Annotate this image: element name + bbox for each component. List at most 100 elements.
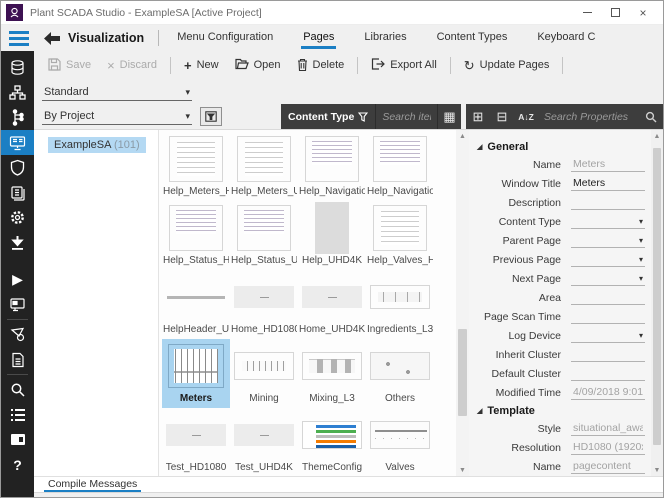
pages-stack-icon[interactable] bbox=[1, 180, 34, 205]
page-item[interactable]: Valves bbox=[366, 408, 434, 476]
find-search-icon[interactable] bbox=[1, 377, 34, 402]
visualization-icon[interactable] bbox=[1, 130, 34, 155]
scroll-down-icon[interactable]: ▼ bbox=[654, 464, 661, 476]
page-item[interactable]: Ingredients_L3 bbox=[366, 270, 434, 339]
page-item[interactable]: Help_Navigatio... bbox=[366, 132, 434, 201]
restore-button[interactable] bbox=[605, 4, 625, 22]
page-item[interactable] bbox=[434, 408, 456, 476]
scroll-up-icon[interactable]: ▲ bbox=[654, 130, 661, 142]
search-properties-input[interactable] bbox=[544, 111, 633, 123]
events-list-icon[interactable] bbox=[1, 402, 34, 427]
tab-pages[interactable]: Pages bbox=[301, 27, 336, 49]
property-field[interactable] bbox=[571, 195, 645, 210]
chevron-down-icon[interactable]: ▾ bbox=[639, 255, 643, 264]
export-all-button[interactable]: Export All bbox=[363, 54, 444, 76]
scrollbar-thumb[interactable] bbox=[653, 148, 661, 444]
page-item[interactable]: HelpHeader_U... bbox=[162, 270, 230, 339]
chevron-down-icon[interactable]: ▾ bbox=[639, 274, 643, 283]
property-label: Area bbox=[469, 292, 561, 304]
page-item[interactable]: Test_HD1080 bbox=[162, 408, 230, 476]
tab-menu-configuration[interactable]: Menu Configuration bbox=[175, 27, 275, 49]
topology-database-icon[interactable] bbox=[1, 55, 34, 80]
property-field[interactable] bbox=[571, 290, 645, 305]
analyst-icon[interactable] bbox=[1, 322, 34, 347]
page-item[interactable]: Mixing_L3 bbox=[298, 339, 366, 408]
property-field[interactable]: Meters bbox=[571, 176, 645, 191]
new-button[interactable]: + New bbox=[176, 55, 227, 76]
property-field[interactable]: ▾ bbox=[571, 328, 645, 343]
page-item[interactable]: ThemeConfig bbox=[298, 408, 366, 476]
page-item[interactable]: Home_HD1080 bbox=[230, 270, 298, 339]
close-button[interactable]: × bbox=[633, 4, 653, 22]
page-item[interactable]: Test_UHD4K bbox=[230, 408, 298, 476]
property-field[interactable]: ▾ bbox=[571, 252, 645, 267]
deployment-download-icon[interactable] bbox=[1, 230, 34, 255]
page-item[interactable]: M bbox=[434, 270, 456, 339]
open-button[interactable]: Open bbox=[227, 54, 289, 76]
style-dropdown[interactable]: Standard ▾ bbox=[42, 84, 192, 101]
system-model-icon[interactable] bbox=[1, 80, 34, 105]
update-pages-button[interactable]: ↻ Update Pages bbox=[456, 55, 558, 76]
thumbnail-view-icon[interactable]: ▦ bbox=[437, 104, 461, 129]
menu-hamburger-icon[interactable] bbox=[1, 31, 34, 46]
monitor-window-icon[interactable] bbox=[1, 427, 34, 452]
setup-gear-icon[interactable] bbox=[1, 205, 34, 230]
property-field[interactable]: ▾ bbox=[571, 214, 645, 229]
back-arrow-icon[interactable] bbox=[44, 32, 60, 45]
layout-split-icon[interactable]: ⊟ bbox=[490, 104, 514, 129]
help-icon[interactable]: ? bbox=[1, 452, 34, 477]
discard-button[interactable]: × Discard bbox=[99, 55, 165, 76]
search-items-input[interactable] bbox=[382, 111, 431, 123]
page-item[interactable]: Help_Meters_U... bbox=[230, 132, 298, 201]
tab-content-types[interactable]: Content Types bbox=[435, 27, 510, 49]
page-item[interactable]: H bbox=[434, 201, 456, 270]
section-header[interactable]: ◢Template bbox=[469, 402, 651, 419]
section-header[interactable]: ◢General bbox=[469, 138, 651, 155]
chevron-down-icon[interactable]: ▾ bbox=[639, 236, 643, 245]
tab-libraries[interactable]: Libraries bbox=[362, 27, 408, 49]
page-thumbnail bbox=[168, 344, 224, 388]
run-play-icon[interactable]: ▶ bbox=[1, 267, 34, 292]
page-item[interactable]: Help_Status_H... bbox=[162, 201, 230, 270]
page-label: Help_Status_U... bbox=[231, 255, 297, 270]
tree-filter-button[interactable] bbox=[200, 107, 222, 126]
save-button[interactable]: Save bbox=[40, 54, 99, 77]
runtime-manager-icon[interactable] bbox=[1, 292, 34, 317]
page-item[interactable]: H bbox=[434, 132, 456, 201]
divider bbox=[562, 57, 563, 74]
property-field[interactable] bbox=[571, 309, 645, 324]
scroll-up-icon[interactable]: ▲ bbox=[459, 130, 466, 142]
scrollbar-thumb[interactable] bbox=[458, 329, 467, 416]
property-field[interactable]: ▾ bbox=[571, 271, 645, 286]
page-item[interactable]: Home_UHD4K bbox=[298, 270, 366, 339]
chevron-down-icon[interactable]: ▾ bbox=[639, 217, 643, 226]
minimize-button[interactable] bbox=[577, 4, 597, 22]
security-shield-icon[interactable] bbox=[1, 155, 34, 180]
page-item[interactable]: Meters bbox=[162, 339, 230, 408]
property-field[interactable] bbox=[571, 347, 645, 362]
content-type-filter-button[interactable]: Content Type bbox=[281, 104, 376, 129]
page-item[interactable]: Mining bbox=[230, 339, 298, 408]
page-item[interactable]: Help_Meters_H... bbox=[162, 132, 230, 201]
page-item[interactable]: Others bbox=[366, 339, 434, 408]
tab-keyboard-commands[interactable]: Keyboard C bbox=[535, 27, 597, 49]
layout-grid-icon[interactable]: ⊞ bbox=[466, 104, 490, 129]
page-item[interactable]: Help_UHD4K bbox=[298, 201, 366, 270]
page-item[interactable]: Help_Status_U... bbox=[230, 201, 298, 270]
group-by-dropdown[interactable]: By Project ▾ bbox=[42, 108, 192, 125]
page-item[interactable] bbox=[434, 339, 456, 408]
reports-document-icon[interactable] bbox=[1, 347, 34, 372]
property-field[interactable] bbox=[571, 366, 645, 381]
page-item[interactable]: Help_Navigatio... bbox=[298, 132, 366, 201]
grid-scrollbar[interactable]: ▲ ▼ bbox=[456, 130, 469, 476]
compile-messages-tab[interactable]: Compile Messages bbox=[44, 477, 141, 493]
property-field[interactable]: ▾ bbox=[571, 233, 645, 248]
chevron-down-icon[interactable]: ▾ bbox=[639, 331, 643, 340]
page-item[interactable]: Help_Valves_H... bbox=[366, 201, 434, 270]
properties-scrollbar[interactable]: ▲ ▼ bbox=[651, 130, 663, 476]
sort-az-icon[interactable]: A↓Z bbox=[514, 104, 538, 129]
tags-tree-icon[interactable] bbox=[1, 105, 34, 130]
tree-item-examplesa[interactable]: ExampleSA (101) bbox=[48, 137, 146, 153]
scroll-down-icon[interactable]: ▼ bbox=[459, 464, 466, 476]
delete-button[interactable]: Delete bbox=[289, 54, 353, 77]
